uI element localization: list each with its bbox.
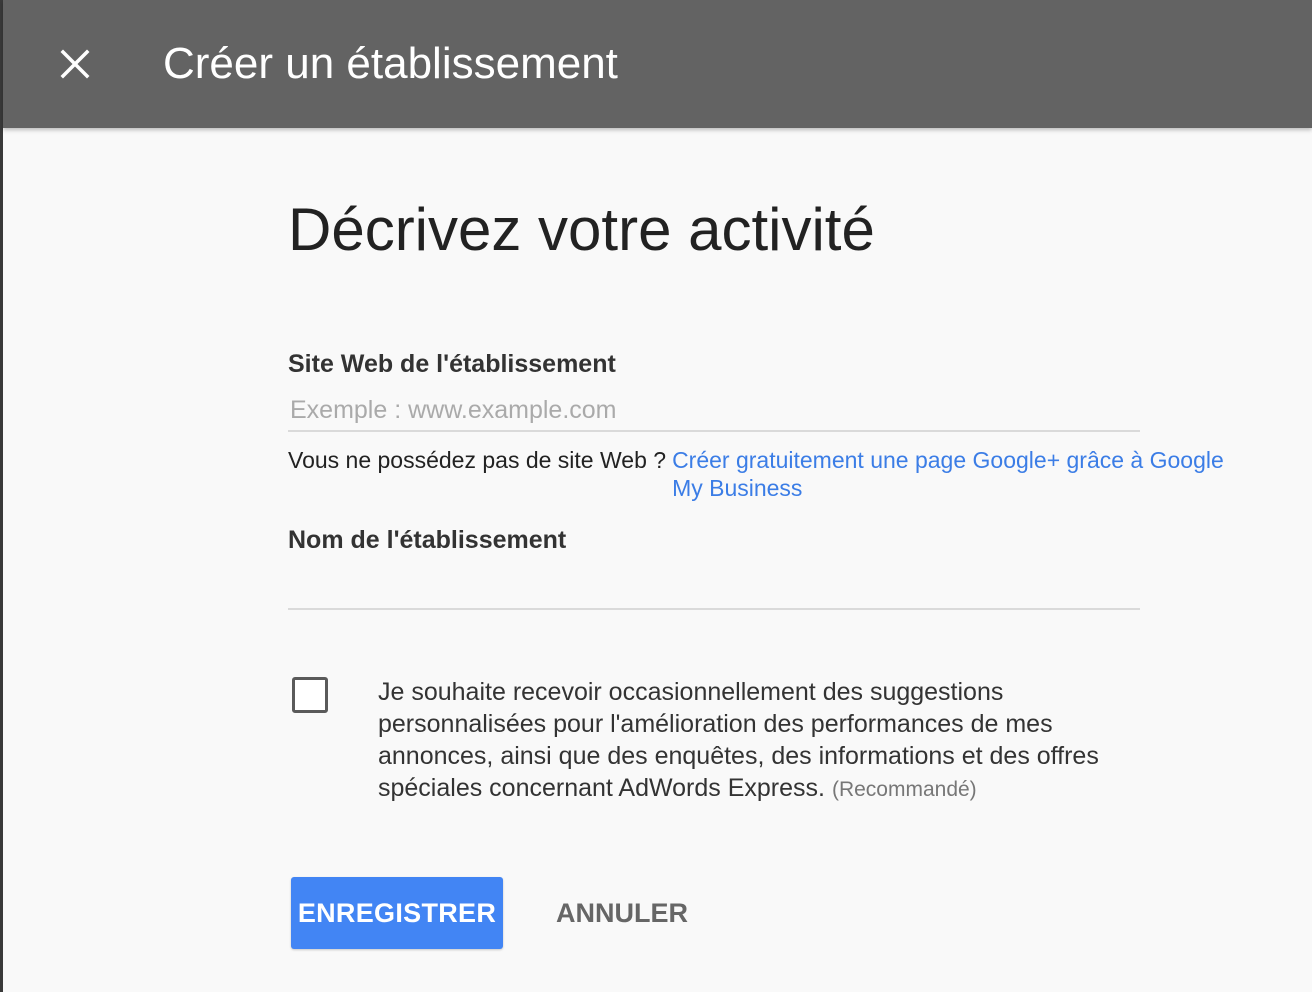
close-icon [60, 49, 90, 79]
dialog-page: Créer un établissement Décrivez votre ac… [0, 0, 1312, 992]
website-hint-text: Vous ne possédez pas de site Web ? [288, 447, 667, 473]
business-name-label: Nom de l'établissement [288, 526, 567, 554]
consent-text: Je souhaite recevoir occasionnellement d… [378, 678, 1099, 802]
page-heading: Décrivez votre activité [288, 196, 875, 263]
recommended-note: (Recommandé) [831, 778, 977, 801]
dialog-header: Créer un établissement [3, 0, 1312, 128]
save-button[interactable]: ENREGISTRER [291, 877, 503, 949]
dialog-title: Créer un établissement [163, 39, 618, 88]
close-button[interactable] [53, 42, 97, 86]
website-field-label: Site Web de l'établissement [288, 350, 616, 378]
website-hint: Vous ne possédez pas de site Web ? Créer… [288, 446, 1268, 502]
cancel-button[interactable]: ANNULER [538, 877, 706, 949]
create-google-page-link[interactable]: Créer gratuitement une page Google+ grâc… [672, 446, 1252, 502]
business-name-input[interactable] [288, 568, 1140, 610]
consent-checkbox[interactable] [292, 677, 328, 713]
website-input[interactable] [288, 390, 1140, 432]
consent-text-block: Je souhaite recevoir occasionnellement d… [378, 676, 1148, 806]
